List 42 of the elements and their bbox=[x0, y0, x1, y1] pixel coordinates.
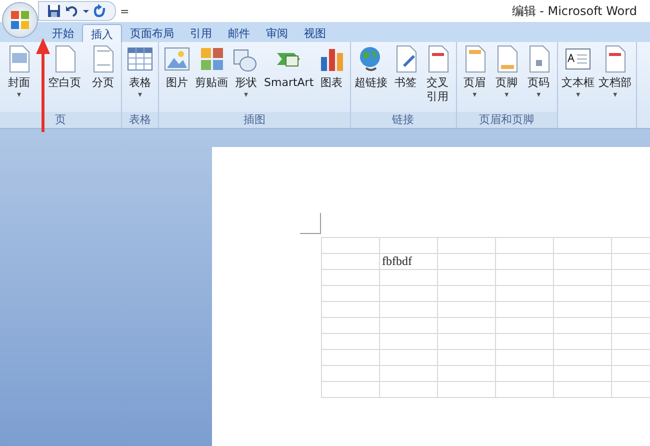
ribbon-button[interactable]: 分页 bbox=[88, 45, 118, 112]
margin-corner-mark bbox=[300, 213, 321, 234]
group-label: 页眉和页脚 bbox=[456, 112, 557, 128]
group-label: 链接 bbox=[350, 112, 456, 128]
ribbon-tab[interactable]: 插入 bbox=[82, 24, 122, 42]
dropdown-icon[interactable] bbox=[83, 8, 89, 14]
table-cell-text: fbfbdf bbox=[382, 254, 412, 269]
office-button[interactable] bbox=[2, 2, 38, 38]
ribbon-tab[interactable]: 审阅 bbox=[258, 24, 296, 42]
ribbon-button[interactable]: 书签 bbox=[390, 45, 421, 112]
ribbon-button[interactable]: 图表 bbox=[316, 45, 347, 112]
ribbon-button[interactable]: 形状 ▾ bbox=[231, 45, 261, 112]
undo-icon[interactable] bbox=[65, 4, 79, 18]
redo-icon[interactable] bbox=[93, 4, 107, 18]
table-icon bbox=[127, 45, 153, 73]
customize-toolbar-button[interactable]: = bbox=[120, 4, 130, 18]
save-icon[interactable] bbox=[47, 4, 61, 18]
picture-icon bbox=[164, 45, 190, 73]
ribbon-button[interactable]: 交叉引用 bbox=[422, 45, 453, 112]
ribbon-tab[interactable]: 页面布局 bbox=[122, 24, 182, 42]
office-logo-icon bbox=[9, 9, 31, 31]
group-label: 页 bbox=[0, 112, 121, 128]
ribbon-tab[interactable]: 邮件 bbox=[220, 24, 258, 42]
ribbon-button[interactable]: 剪贴画 bbox=[194, 45, 229, 112]
ribbon-button[interactable]: SmartArt bbox=[263, 45, 315, 112]
ribbon-tab[interactable]: 开始 bbox=[44, 24, 82, 42]
clipart-icon bbox=[198, 45, 224, 73]
ribbon-button[interactable]: 文本框 ▾ bbox=[560, 45, 596, 112]
ribbon-button[interactable]: 文档部 ▾ bbox=[598, 45, 633, 112]
ribbon-button[interactable]: 封面 ▾ bbox=[4, 45, 34, 112]
ribbon-button[interactable]: 超链接 bbox=[354, 45, 389, 112]
ribbon-button[interactable]: 空白页 bbox=[40, 45, 82, 112]
ribbon-button[interactable]: 页眉 ▾ bbox=[460, 45, 490, 112]
ribbon-button[interactable]: 图片 bbox=[162, 45, 192, 112]
ribbon-tab[interactable]: 引用 bbox=[182, 24, 220, 42]
group-label: 表格 bbox=[122, 112, 158, 128]
ribbon-tab[interactable]: 视图 bbox=[296, 24, 334, 42]
window-title: 编辑 - Microsoft Word bbox=[512, 2, 637, 20]
ribbon-button[interactable]: 表格 ▾ bbox=[125, 45, 155, 112]
group-label: 插图 bbox=[159, 112, 350, 128]
ribbon-button[interactable]: 页脚 ▾ bbox=[492, 45, 522, 112]
ribbon-button[interactable]: 页码 ▾ bbox=[524, 45, 554, 112]
